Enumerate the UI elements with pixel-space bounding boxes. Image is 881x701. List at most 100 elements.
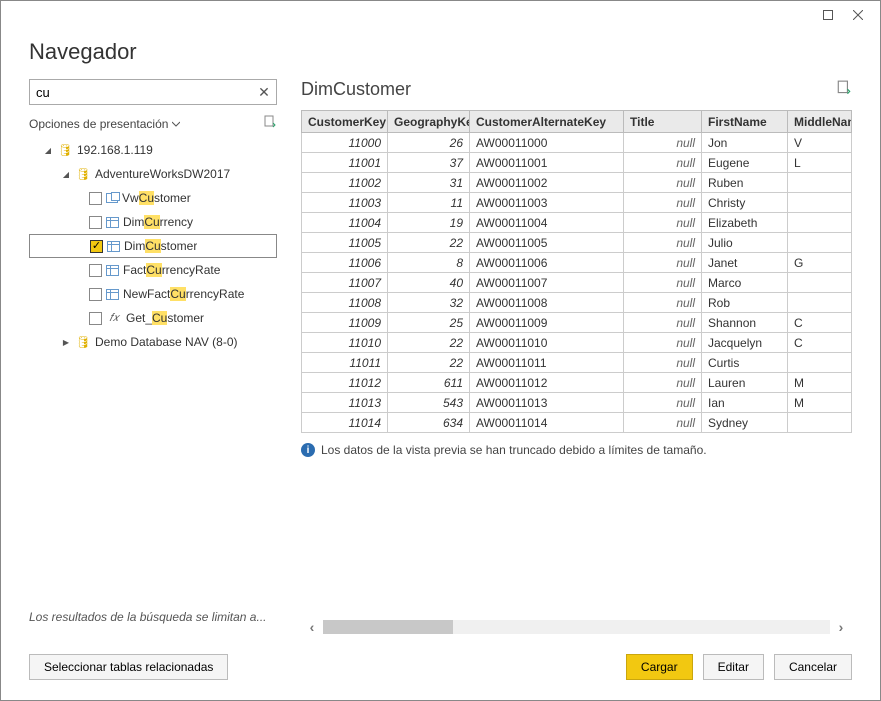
table-cell: null	[624, 413, 702, 433]
table-cell: 11004	[302, 213, 388, 233]
cancel-button[interactable]: Cancelar	[774, 654, 852, 680]
select-related-button[interactable]: Seleccionar tablas relacionadas	[29, 654, 228, 680]
caret-icon[interactable]	[43, 146, 53, 155]
window-titlebar	[1, 1, 880, 29]
table-cell: M	[788, 373, 852, 393]
column-header[interactable]: CustomerKey	[302, 111, 388, 133]
table-cell: 19	[388, 213, 470, 233]
caret-icon[interactable]	[61, 338, 71, 347]
table-cell	[788, 173, 852, 193]
edit-button[interactable]: Editar	[703, 654, 764, 680]
table-cell: AW00011013	[470, 393, 624, 413]
table-cell: V	[788, 133, 852, 153]
tree-node-vwcustomer[interactable]: VwCustomer	[29, 186, 277, 210]
table-row[interactable]: 1100419AW00011004nullElizabeth	[302, 213, 852, 233]
table-row[interactable]: 1100137AW00011001nullEugeneL	[302, 153, 852, 173]
caret-icon[interactable]	[61, 170, 71, 179]
column-header[interactable]: GeographyKey	[388, 111, 470, 133]
table-cell	[788, 193, 852, 213]
table-row[interactable]: 1101122AW00011011nullCurtis	[302, 353, 852, 373]
table-row[interactable]: 1101022AW00011010nullJacquelynC	[302, 333, 852, 353]
table-cell: Marco	[702, 273, 788, 293]
table-cell: AW00011003	[470, 193, 624, 213]
checkbox[interactable]	[90, 240, 103, 253]
table-cell: 8	[388, 253, 470, 273]
table-cell: AW00011004	[470, 213, 624, 233]
search-input[interactable]	[29, 79, 277, 105]
table-row[interactable]: 1100311AW00011003nullChristy	[302, 193, 852, 213]
column-header[interactable]: MiddleName	[788, 111, 852, 133]
tree-node-dimcustomer[interactable]: DimCustomer	[29, 234, 277, 258]
load-button[interactable]: Cargar	[626, 654, 693, 680]
table-cell: 11009	[302, 313, 388, 333]
tree-node-getcustomer[interactable]: Get_Customer	[29, 306, 277, 330]
tree-node-dimcurrency[interactable]: DimCurrency	[29, 210, 277, 234]
table-cell: null	[624, 313, 702, 333]
column-header[interactable]: Title	[624, 111, 702, 133]
table-cell: 11012	[302, 373, 388, 393]
table-cell: C	[788, 333, 852, 353]
search-clear-icon[interactable]: ✕	[251, 79, 277, 105]
table-cell	[788, 233, 852, 253]
table-cell: 543	[388, 393, 470, 413]
table-row[interactable]: 11013543AW00011013nullIanM	[302, 393, 852, 413]
table-cell: AW00011010	[470, 333, 624, 353]
table-cell: null	[624, 373, 702, 393]
horizontal-scrollbar[interactable]: ‹ ›	[301, 616, 852, 638]
tree-node-label: FactCurrencyRate	[123, 263, 220, 277]
table-cell: null	[624, 153, 702, 173]
view-icon	[106, 193, 118, 203]
checkbox[interactable]	[89, 216, 102, 229]
table-row[interactable]: 1100231AW00011002nullRuben	[302, 173, 852, 193]
table-row[interactable]: 1100522AW00011005nullJulio	[302, 233, 852, 253]
scroll-left-icon[interactable]: ‹	[301, 619, 323, 635]
table-row[interactable]: 11014634AW00011014nullSydney	[302, 413, 852, 433]
preview-title: DimCustomer	[301, 79, 411, 100]
tree-node-server[interactable]: 192.168.1.119	[29, 138, 277, 162]
table-cell	[788, 213, 852, 233]
checkbox[interactable]	[89, 288, 102, 301]
window-close-icon[interactable]	[846, 3, 870, 27]
checkbox[interactable]	[89, 192, 102, 205]
table-cell: 22	[388, 333, 470, 353]
table-cell: null	[624, 333, 702, 353]
refresh-preview-icon[interactable]	[836, 80, 852, 99]
column-header[interactable]: FirstName	[702, 111, 788, 133]
table-row[interactable]: 110068AW00011006nullJanetG	[302, 253, 852, 273]
display-options-dropdown[interactable]: Opciones de presentación	[29, 117, 180, 131]
checkbox[interactable]	[89, 312, 102, 325]
tree-node-database2[interactable]: Demo Database NAV (8-0)	[29, 330, 277, 354]
scroll-track[interactable]	[323, 620, 830, 634]
table-cell: Rob	[702, 293, 788, 313]
table-cell: null	[624, 253, 702, 273]
refresh-tree-icon[interactable]	[263, 115, 277, 132]
tree-node-label: Get_Customer	[126, 311, 204, 325]
table-cell: 11013	[302, 393, 388, 413]
scroll-thumb[interactable]	[323, 620, 453, 634]
window-maximize-icon[interactable]	[816, 3, 840, 27]
search-truncated-message: Los resultados de la búsqueda se limitan…	[29, 600, 277, 638]
table-icon	[106, 265, 119, 276]
column-header[interactable]: CustomerAlternateKey	[470, 111, 624, 133]
info-text: Los datos de la vista previa se han trun…	[321, 443, 707, 457]
checkbox[interactable]	[89, 264, 102, 277]
scroll-right-icon[interactable]: ›	[830, 619, 852, 635]
table-cell: 32	[388, 293, 470, 313]
table-cell: 11000	[302, 133, 388, 153]
table-cell: G	[788, 253, 852, 273]
preview-table[interactable]: CustomerKey GeographyKey CustomerAlterna…	[301, 110, 852, 433]
tree-node-database[interactable]: AdventureWorksDW2017	[29, 162, 277, 186]
table-cell: 40	[388, 273, 470, 293]
tree-node-newfactcurrencyrate[interactable]: NewFactCurrencyRate	[29, 282, 277, 306]
table-row[interactable]: 1100925AW00011009nullShannonC	[302, 313, 852, 333]
table-row[interactable]: 1100740AW00011007nullMarco	[302, 273, 852, 293]
table-cell	[788, 353, 852, 373]
table-row[interactable]: 1100832AW00011008nullRob	[302, 293, 852, 313]
table-cell: M	[788, 393, 852, 413]
object-tree[interactable]: 192.168.1.119 AdventureWorksDW2017 VwCus…	[29, 138, 277, 600]
table-cell: AW00011008	[470, 293, 624, 313]
table-cell: AW00011007	[470, 273, 624, 293]
tree-node-factcurrencyrate[interactable]: FactCurrencyRate	[29, 258, 277, 282]
table-row[interactable]: 1100026AW00011000nullJonV	[302, 133, 852, 153]
table-row[interactable]: 11012611AW00011012nullLaurenM	[302, 373, 852, 393]
